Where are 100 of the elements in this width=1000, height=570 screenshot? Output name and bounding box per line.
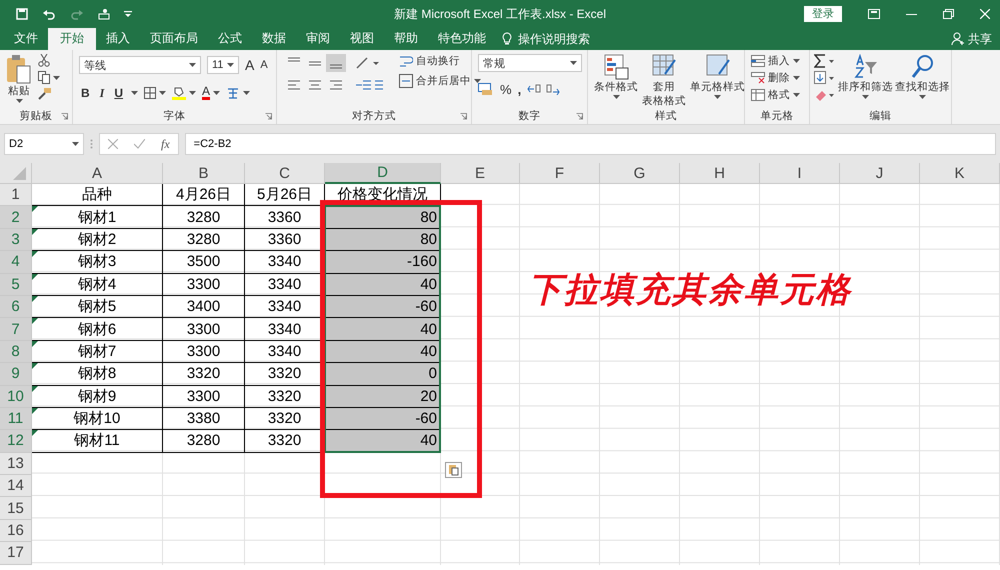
merge-center-button[interactable]: 合并后居中 (399, 74, 481, 88)
cell-styles-button[interactable]: 单元格样式 (690, 54, 745, 99)
caret-icon[interactable] (714, 95, 721, 99)
format-painter-icon[interactable] (38, 88, 51, 100)
tell-me-search[interactable]: 操作说明搜索 (518, 30, 590, 48)
name-box[interactable]: D2 (4, 133, 84, 155)
column-header[interactable]: A (32, 163, 163, 184)
column-header[interactable]: E (441, 163, 520, 184)
column-header[interactable]: F (520, 163, 600, 184)
decimal-icon[interactable] (527, 83, 562, 95)
caret-icon[interactable] (189, 91, 196, 95)
caret-icon[interactable] (793, 93, 800, 97)
currency-icon[interactable] (478, 83, 494, 95)
row-header[interactable]: 15 (0, 497, 32, 520)
caret-icon[interactable] (793, 76, 800, 80)
sort-filter-button[interactable]: 排序和筛选 (838, 54, 893, 99)
percent-button[interactable]: % (500, 82, 512, 96)
eraser-icon[interactable] (814, 88, 836, 102)
undo-icon[interactable] (42, 8, 56, 20)
merge-cells-icon[interactable] (399, 74, 413, 88)
dialog-launcher-icon[interactable] (460, 113, 467, 120)
row-header[interactable]: 12 (0, 430, 32, 453)
column-header[interactable]: K (920, 163, 1000, 184)
touch-mode-icon[interactable] (98, 8, 110, 20)
caret-icon[interactable] (474, 79, 481, 83)
row-header[interactable]: 5 (0, 274, 32, 296)
conditional-format-button[interactable]: 条件格式 (594, 54, 638, 99)
fill-down-icon[interactable] (814, 71, 836, 85)
number-format-dropdown[interactable]: 常规 (478, 54, 582, 72)
column-header[interactable]: H (680, 163, 760, 184)
ribbon-tab[interactable]: 页面布局 (140, 28, 208, 50)
sum-icon[interactable] (814, 54, 836, 68)
caret-icon[interactable] (919, 95, 926, 99)
dialog-launcher-icon[interactable] (265, 113, 272, 120)
caret-icon[interactable] (16, 99, 22, 103)
row-header[interactable]: 9 (0, 363, 32, 386)
clipboard-icon[interactable] (6, 54, 32, 84)
find-select-button[interactable]: 查找和选择 (895, 54, 950, 99)
column-header[interactable]: J (840, 163, 920, 184)
ribbon-tab[interactable]: 特色功能 (428, 28, 496, 50)
ribbon-tab[interactable]: 帮助 (384, 28, 428, 50)
row-header[interactable]: 6 (0, 296, 32, 318)
wrap-text-icon[interactable] (399, 54, 413, 68)
insert-cells-icon[interactable] (751, 55, 765, 67)
caret-icon[interactable] (213, 91, 220, 95)
customize-icon[interactable] (124, 10, 132, 18)
row-header[interactable]: 4 (0, 251, 32, 274)
borders-icon[interactable] (144, 87, 156, 99)
grow-font-button[interactable]: A (245, 57, 254, 73)
ribbon-tab[interactable]: 公式 (208, 28, 252, 50)
caret-icon[interactable] (189, 63, 196, 67)
search-icon[interactable] (910, 54, 934, 80)
sort-filter-icon[interactable] (854, 54, 878, 80)
row-header[interactable]: 10 (0, 386, 32, 408)
ribbon-display-icon[interactable] (868, 9, 880, 19)
share-button[interactable]: 共享 (951, 28, 1000, 50)
caret-icon[interactable] (570, 61, 577, 65)
delete-cells-button[interactable]: 删除 (751, 71, 800, 85)
font-color-button[interactable]: A (202, 86, 210, 100)
formula-field[interactable]: =C2-B2 (184, 133, 996, 155)
lightbulb-icon[interactable] (502, 32, 512, 46)
row-header[interactable]: 8 (0, 340, 32, 364)
caret-icon[interactable] (793, 59, 800, 63)
close-icon[interactable] (980, 9, 990, 19)
column-header[interactable]: G (600, 163, 680, 184)
format-cells-icon[interactable] (751, 89, 765, 101)
column-header[interactable]: C (245, 163, 325, 184)
caret-icon[interactable] (159, 91, 166, 95)
shrink-font-button[interactable]: A (260, 59, 268, 71)
dialog-launcher-icon[interactable] (576, 113, 583, 120)
comma-button[interactable]: , (518, 82, 522, 96)
row-header[interactable]: 7 (0, 318, 32, 341)
delete-cells-icon[interactable] (751, 72, 765, 84)
row-header[interactable]: 11 (0, 408, 32, 430)
ribbon-tab[interactable]: 视图 (340, 28, 384, 50)
italic-button[interactable]: I (98, 86, 106, 100)
caret-icon[interactable] (243, 91, 250, 95)
wrap-text-button[interactable]: 自动换行 (399, 54, 481, 68)
font-name-dropdown[interactable]: 等线 (79, 56, 201, 74)
caret-icon[interactable] (227, 63, 234, 67)
format-as-table-button[interactable]: 套用 表格格式 (642, 54, 686, 108)
save-icon[interactable] (16, 8, 28, 20)
bold-button[interactable]: B (79, 86, 92, 100)
ribbon-tab[interactable]: 开始 (48, 28, 96, 50)
person-icon[interactable] (951, 32, 965, 46)
column-header[interactable]: D (325, 163, 441, 184)
caret-icon[interactable] (72, 142, 79, 146)
cut-icon[interactable] (38, 54, 50, 67)
ribbon-tab[interactable]: 文件 (4, 28, 48, 50)
row-header[interactable]: 1 (0, 184, 32, 206)
insert-cells-button[interactable]: 插入 (751, 54, 800, 68)
caret-icon[interactable] (612, 95, 620, 99)
ribbon-tab[interactable]: 插入 (96, 28, 140, 50)
ribbon-tab[interactable]: 数据 (252, 28, 296, 50)
phonetic-guide-icon[interactable] (226, 86, 240, 100)
column-header[interactable]: I (760, 163, 840, 184)
row-header[interactable]: 2 (0, 206, 32, 229)
column-header[interactable]: B (163, 163, 245, 184)
conditional-format-icon[interactable] (603, 54, 629, 80)
caret-icon[interactable] (53, 76, 60, 80)
